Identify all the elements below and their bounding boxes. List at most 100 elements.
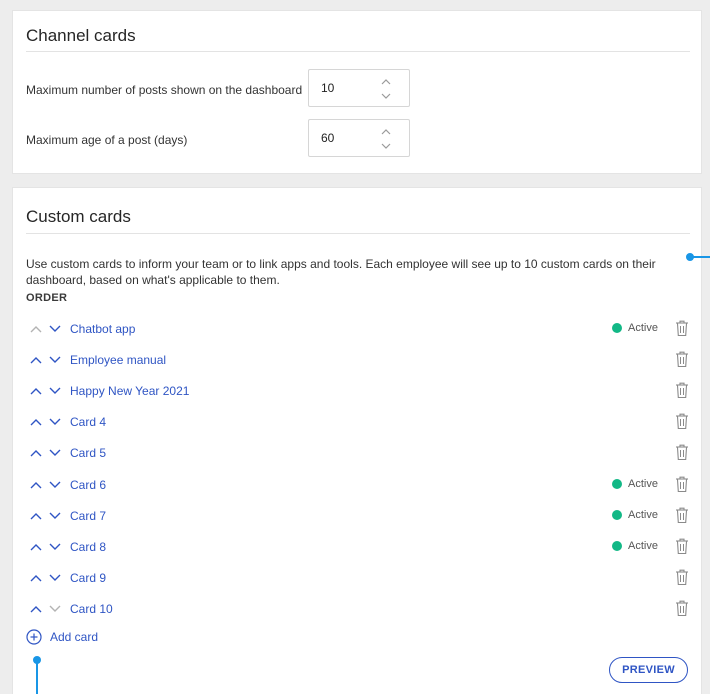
order-label: ORDER bbox=[26, 292, 68, 304]
chevron-down-icon bbox=[49, 574, 61, 581]
move-down-button[interactable] bbox=[48, 322, 62, 336]
annotation-dot bbox=[686, 253, 694, 261]
max-age-stepper[interactable]: 60 bbox=[308, 119, 410, 157]
trash-icon bbox=[676, 538, 688, 554]
custom-card-name[interactable]: Chatbot app bbox=[70, 322, 135, 336]
delete-card-button[interactable] bbox=[674, 506, 690, 524]
move-up-button[interactable] bbox=[29, 602, 43, 616]
chevron-down-icon bbox=[49, 325, 61, 332]
channel-cards-title: Channel cards bbox=[26, 26, 136, 45]
status-badge: Active bbox=[612, 540, 658, 552]
delete-card-button[interactable] bbox=[674, 568, 690, 586]
custom-cards-title: Custom cards bbox=[26, 207, 131, 226]
trash-icon bbox=[676, 351, 688, 368]
custom-card-row: Card 8 Active bbox=[26, 537, 690, 557]
status-dot bbox=[612, 323, 623, 333]
annotation-dot bbox=[33, 656, 41, 664]
custom-card-name[interactable]: Happy New Year 2021 bbox=[70, 384, 189, 398]
chevron-up-icon bbox=[30, 388, 42, 395]
custom-card-row: Card 10 bbox=[26, 599, 690, 619]
chevron-down-icon bbox=[49, 512, 61, 519]
move-up-button[interactable] bbox=[29, 322, 43, 336]
move-up-button[interactable] bbox=[29, 384, 43, 398]
chevron-up-icon bbox=[30, 543, 42, 551]
add-card-button[interactable]: Add card bbox=[26, 628, 98, 646]
move-up-button[interactable] bbox=[29, 478, 43, 492]
move-up-button[interactable] bbox=[29, 415, 43, 429]
chevron-up-icon bbox=[30, 512, 42, 520]
move-down-button[interactable] bbox=[48, 384, 62, 398]
chevron-down-icon bbox=[49, 449, 61, 457]
custom-cards-description: Use custom cards to inform your team or … bbox=[26, 257, 656, 287]
delete-card-button[interactable] bbox=[674, 350, 690, 368]
custom-card-row: Card 5 bbox=[26, 443, 690, 463]
trash-icon bbox=[676, 320, 688, 337]
custom-card-name[interactable]: Employee manual bbox=[70, 353, 166, 367]
chevron-up-icon bbox=[30, 357, 42, 364]
move-up-button[interactable] bbox=[29, 540, 43, 554]
custom-card-name[interactable]: Card 5 bbox=[70, 446, 106, 460]
delete-card-button[interactable] bbox=[674, 475, 690, 493]
chevron-down-icon bbox=[49, 418, 61, 426]
move-up-button[interactable] bbox=[29, 446, 43, 460]
trash-icon bbox=[676, 413, 688, 430]
move-down-button[interactable] bbox=[48, 478, 62, 492]
delete-card-button[interactable] bbox=[674, 443, 690, 461]
chevron-down-icon bbox=[49, 481, 61, 488]
stepper-chevrons-icon bbox=[381, 129, 391, 149]
move-down-button[interactable] bbox=[48, 415, 62, 429]
divider bbox=[26, 51, 690, 52]
chevron-up-icon bbox=[30, 450, 42, 457]
status-label: Active bbox=[628, 322, 658, 334]
move-down-button[interactable] bbox=[48, 509, 62, 523]
move-down-button[interactable] bbox=[48, 602, 62, 616]
move-down-button[interactable] bbox=[48, 571, 62, 585]
custom-card-name[interactable]: Card 8 bbox=[70, 540, 106, 554]
custom-card-row: Happy New Year 2021 bbox=[26, 381, 690, 401]
custom-card-row: Chatbot app Active bbox=[26, 319, 690, 339]
chevron-up-icon bbox=[30, 574, 42, 582]
move-down-button[interactable] bbox=[48, 446, 62, 460]
status-label: Active bbox=[628, 508, 658, 521]
custom-card-row: Card 7 Active bbox=[26, 506, 690, 526]
status-label: Active bbox=[628, 539, 658, 552]
max-age-label: Maximum age of a post (days) bbox=[26, 133, 188, 147]
trash-icon bbox=[676, 382, 688, 399]
custom-card-name[interactable]: Card 9 bbox=[70, 571, 106, 585]
max-posts-value: 10 bbox=[321, 81, 335, 95]
custom-card-row: Card 4 bbox=[26, 412, 690, 432]
chevron-down-icon bbox=[49, 543, 61, 550]
status-badge: Active bbox=[612, 478, 658, 490]
stepper-arrows[interactable] bbox=[379, 76, 393, 102]
status-dot bbox=[612, 478, 623, 489]
delete-card-button[interactable] bbox=[674, 412, 690, 430]
preview-button[interactable]: PREVIEW bbox=[609, 657, 688, 683]
chevron-down-icon bbox=[49, 356, 61, 364]
custom-card-row: Card 9 bbox=[26, 568, 690, 588]
custom-card-name[interactable]: Card 7 bbox=[70, 509, 106, 523]
delete-card-button[interactable] bbox=[674, 599, 690, 617]
move-up-button[interactable] bbox=[29, 353, 43, 367]
add-card-label: Add card bbox=[50, 630, 99, 644]
custom-cards-panel: Custom cards Use custom cards to inform … bbox=[12, 187, 702, 694]
move-down-button[interactable] bbox=[48, 353, 62, 367]
chevron-up-icon bbox=[30, 419, 42, 426]
status-label: Active bbox=[628, 477, 658, 490]
trash-icon bbox=[676, 600, 688, 616]
custom-card-name[interactable]: Card 10 bbox=[70, 602, 113, 616]
status-dot bbox=[612, 509, 623, 520]
status-badge: Active bbox=[612, 322, 658, 334]
delete-card-button[interactable] bbox=[674, 381, 690, 399]
move-up-button[interactable] bbox=[29, 509, 43, 523]
custom-card-name[interactable]: Card 6 bbox=[70, 478, 106, 492]
trash-icon bbox=[676, 507, 688, 523]
trash-icon bbox=[676, 476, 688, 492]
delete-card-button[interactable] bbox=[674, 319, 690, 337]
stepper-arrows[interactable] bbox=[379, 126, 393, 152]
move-up-button[interactable] bbox=[29, 571, 43, 585]
move-down-button[interactable] bbox=[48, 540, 62, 554]
trash-icon bbox=[676, 569, 688, 585]
max-posts-stepper[interactable]: 10 bbox=[308, 69, 410, 107]
custom-card-name[interactable]: Card 4 bbox=[70, 415, 106, 429]
delete-card-button[interactable] bbox=[674, 537, 690, 555]
